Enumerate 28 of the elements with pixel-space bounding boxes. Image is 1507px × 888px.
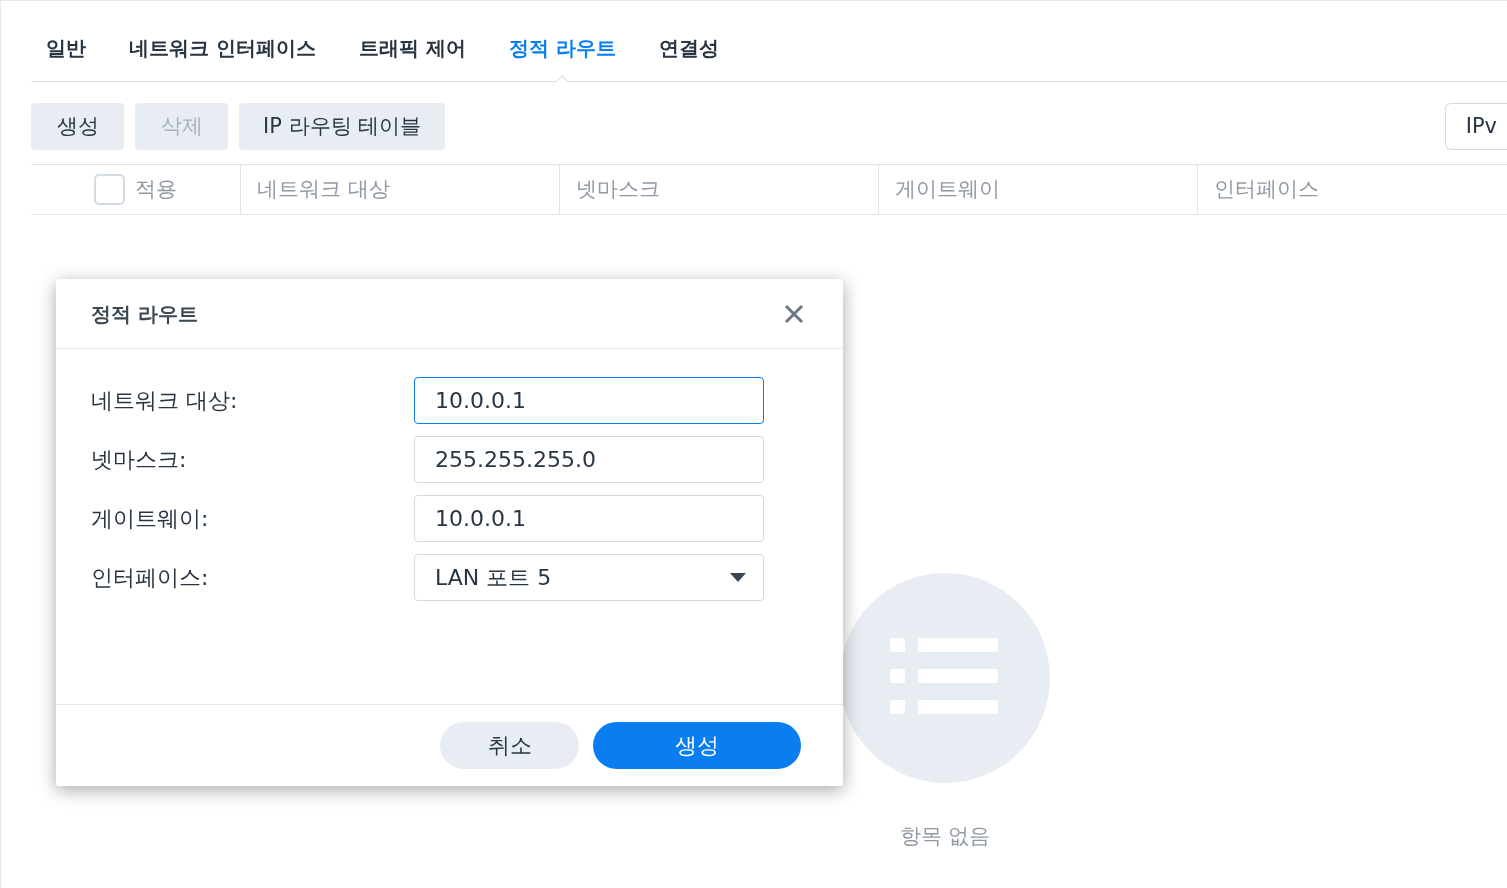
column-header: 적용 — [135, 175, 177, 203]
field-label: 게이트웨이: — [91, 505, 210, 533]
toolbar-button[interactable]: 생성 — [31, 103, 124, 150]
tab[interactable]: 정적 라우트 — [508, 33, 616, 81]
interface-dropdown[interactable]: LAN 포트 5 — [414, 554, 764, 601]
input-field[interactable]: 255.255.255.0 — [414, 436, 764, 483]
field-label: 인터페이스: — [91, 564, 210, 592]
dialog-title: 정적 라우트 — [91, 300, 198, 328]
field-label: 넷마스크: — [91, 446, 188, 474]
tab[interactable]: 네트워크 인터페이스 — [129, 33, 316, 81]
checkbox[interactable] — [94, 174, 125, 205]
tab[interactable]: 트래픽 제어 — [358, 33, 466, 81]
cancel-button[interactable]: 취소 — [440, 722, 579, 769]
caret-icon — [730, 573, 746, 582]
column-header: 인터페이스 — [1214, 175, 1319, 203]
ipv-button[interactable]: IPv — [1444, 103, 1507, 150]
input-field[interactable]: 10.0.0.1 — [414, 377, 764, 424]
close-icon[interactable] — [783, 302, 805, 325]
create-button[interactable]: 생성 — [593, 722, 801, 769]
tab[interactable]: 일반 — [46, 33, 86, 81]
column-header: 넷마스크 — [576, 175, 660, 203]
input-field[interactable]: 10.0.0.1 — [414, 495, 764, 542]
field-label: 네트워크 대상: — [91, 387, 239, 415]
toolbar-button[interactable]: IP 라우팅 테이블 — [239, 103, 446, 150]
empty-state-text: 항목 없음 — [899, 823, 991, 850]
column-header: 게이트웨이 — [895, 175, 1000, 203]
column-header: 네트워크 대상 — [257, 175, 390, 203]
tab[interactable]: 연결성 — [658, 33, 719, 81]
